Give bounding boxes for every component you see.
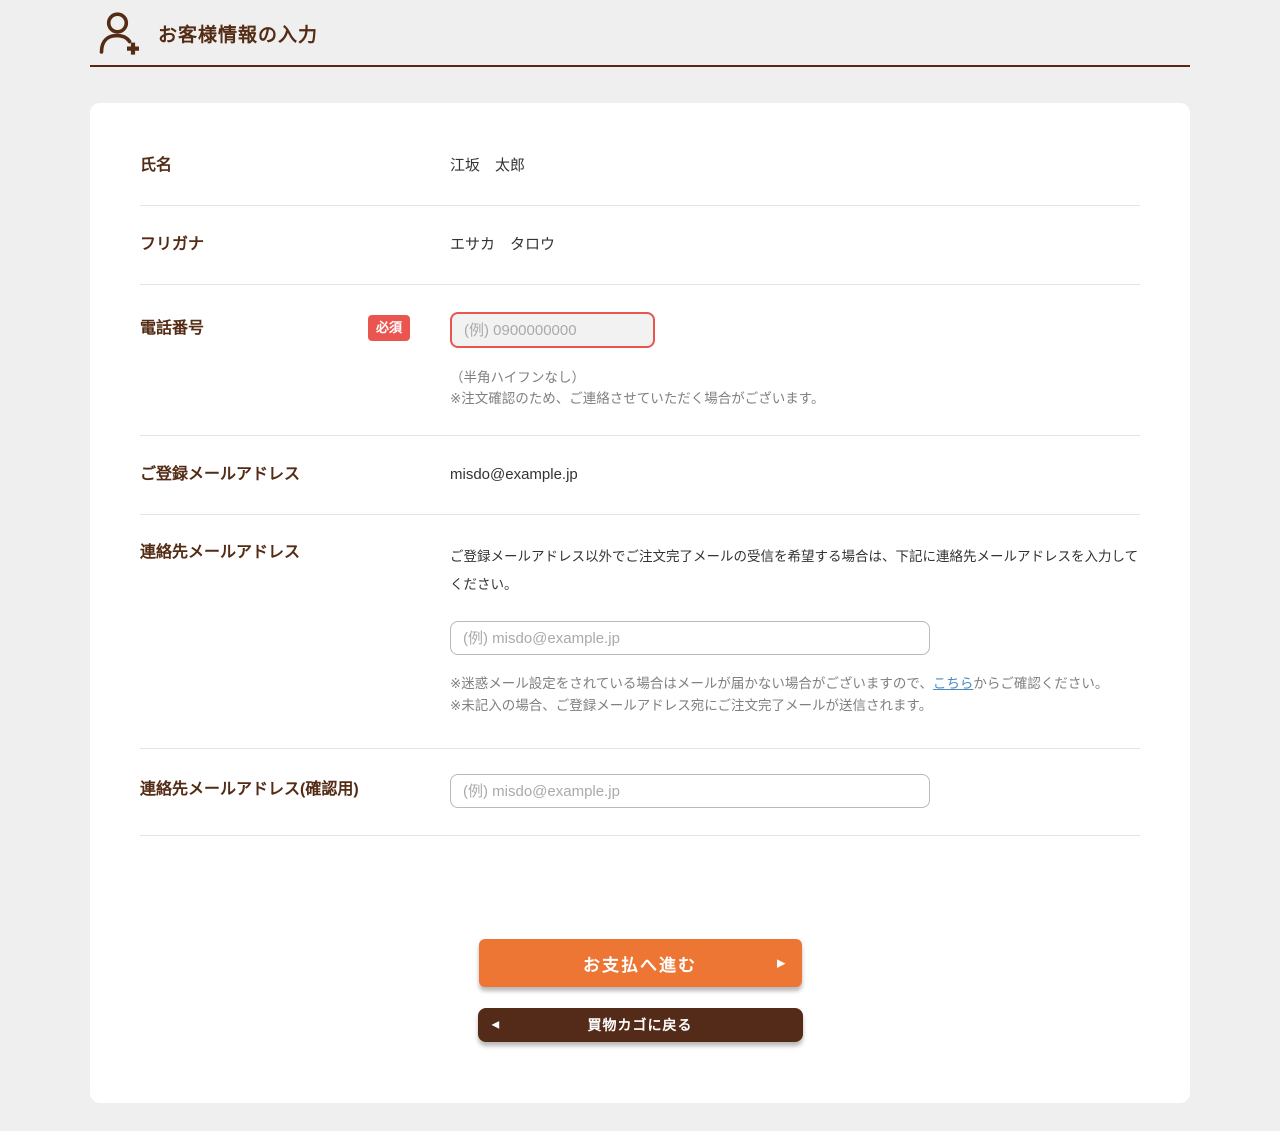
- row-contact-email-confirm: 連絡先メールアドレス(確認用): [140, 749, 1140, 836]
- proceed-to-payment-button[interactable]: お支払へ進む ▶: [479, 939, 802, 987]
- arrow-left-icon: ◀: [492, 1020, 500, 1031]
- page-header: お客様情報の入力: [90, 0, 1190, 67]
- contact-email-confirm-input[interactable]: [450, 774, 930, 808]
- registered-email-value: misdo@example.jp: [450, 466, 578, 483]
- customer-info-card: 氏名 江坂 太郎 フリガナ エサカ タロウ 電話番号 必須 （半角ハイフンなし）…: [90, 103, 1190, 1103]
- blank-note: ※未記入の場合、ご登録メールアドレス宛にご注文完了メールが送信されます。: [450, 695, 1140, 717]
- phone-input[interactable]: [450, 312, 655, 348]
- phone-note-contact: ※注文確認のため、ご連絡させていただく場合がございます。: [450, 388, 1140, 409]
- phone-note-format: （半角ハイフンなし）: [450, 367, 1140, 388]
- row-phone: 電話番号 必須 （半角ハイフンなし） ※注文確認のため、ご連絡させていただく場合…: [140, 285, 1140, 436]
- back-to-cart-button[interactable]: ◀ 買物カゴに戻る: [478, 1008, 803, 1042]
- contact-email-confirm-label: 連絡先メールアドレス(確認用): [140, 780, 359, 800]
- furigana-label: フリガナ: [140, 235, 204, 255]
- registered-email-label: ご登録メールアドレス: [140, 465, 300, 485]
- furigana-value: エサカ タロウ: [450, 236, 555, 253]
- phone-label: 電話番号: [140, 312, 204, 339]
- page-title: お客様情報の入力: [158, 20, 318, 47]
- row-furigana: フリガナ エサカ タロウ: [140, 206, 1140, 285]
- contact-email-input[interactable]: [450, 621, 930, 655]
- contact-email-label: 連絡先メールアドレス: [140, 543, 300, 563]
- spam-note: ※迷惑メール設定をされている場合はメールが届かない場合がございますので、こちらか…: [450, 673, 1140, 695]
- row-registered-email: ご登録メールアドレス misdo@example.jp: [140, 436, 1140, 515]
- here-link[interactable]: こちら: [933, 676, 974, 691]
- arrow-right-icon: ▶: [777, 957, 785, 970]
- required-badge: 必須: [368, 315, 410, 341]
- contact-email-description: ご登録メールアドレス以外でご注文完了メールの受信を希望する場合は、下記に連絡先メ…: [450, 543, 1140, 599]
- name-label: 氏名: [140, 156, 172, 176]
- user-plus-icon: [96, 10, 142, 56]
- form-actions: お支払へ進む ▶ ◀ 買物カゴに戻る: [140, 836, 1140, 1103]
- row-name: 氏名 江坂 太郎: [140, 127, 1140, 206]
- name-value: 江坂 太郎: [450, 157, 525, 174]
- row-contact-email: 連絡先メールアドレス ご登録メールアドレス以外でご注文完了メールの受信を希望する…: [140, 515, 1140, 749]
